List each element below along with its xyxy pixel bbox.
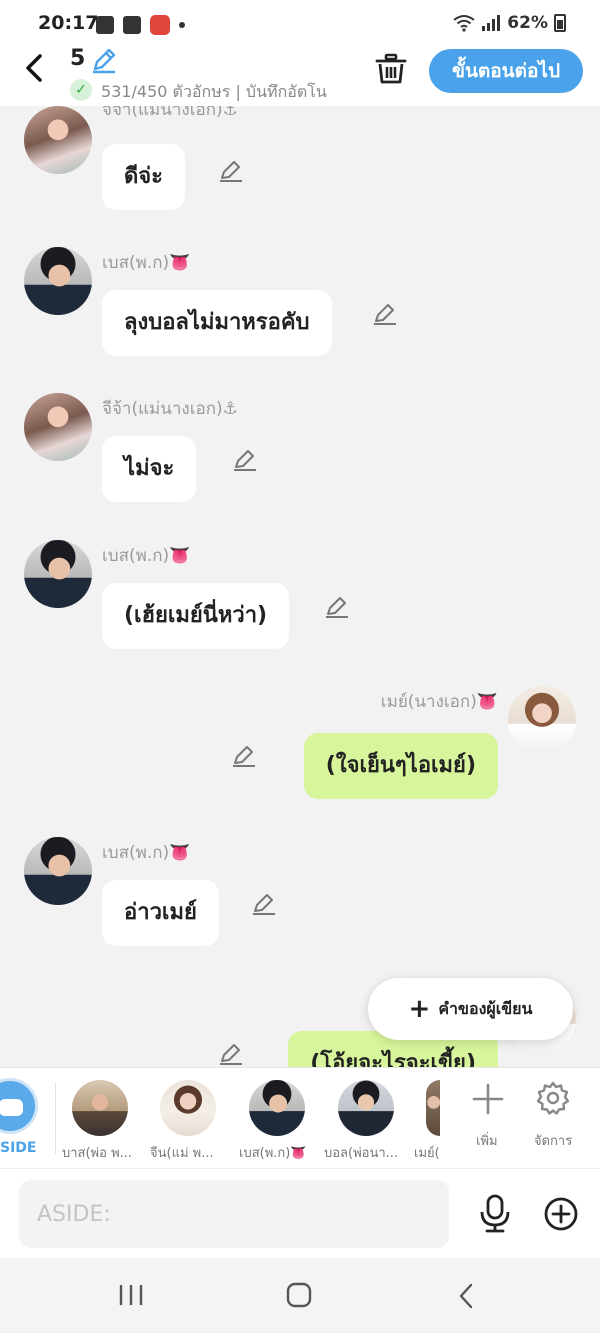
pencil-icon (220, 1044, 242, 1065)
add-media-button[interactable] (543, 1196, 579, 1232)
trash-icon (375, 53, 407, 84)
recent-apps-button[interactable] (118, 1284, 144, 1306)
sender-name: เบส(พ.ก)👅 (102, 253, 191, 273)
character-bas[interactable] (72, 1080, 128, 1136)
input-bar (0, 1168, 600, 1258)
author-note-label: คำของผู้เขียน (438, 998, 533, 1018)
sender-name: จีจ้า(แม่นางเอก)⚓ (102, 399, 238, 419)
pencil-icon (253, 894, 275, 915)
back-arrow-icon (459, 1283, 473, 1309)
edit-message-button[interactable] (218, 1041, 244, 1067)
plus-icon (472, 1083, 504, 1115)
gear-icon (536, 1081, 570, 1115)
status-bar: 20:17 62% (0, 0, 600, 46)
status-notification-icons (96, 15, 185, 35)
edit-message-button[interactable] (324, 594, 350, 620)
more-notifications-dot-icon (179, 22, 185, 28)
pencil-icon (326, 597, 348, 618)
signal-icon (482, 15, 501, 31)
chat-area[interactable]: จีจ้า(แม่นางเอก)⚓ ดีจ่ะ เบส(พ.ก)👅 ลุงบอล… (0, 106, 600, 1067)
manage-characters-button[interactable] (535, 1080, 571, 1116)
editor-header: 5 ✓ 531/450 ตัวอักษร | บันทึกอัตโน ขั้นต… (0, 46, 600, 106)
saved-check-icon: ✓ (70, 79, 92, 101)
back-button[interactable] (20, 50, 50, 90)
battery-icon (554, 14, 566, 32)
battery-percent: 62% (507, 13, 548, 33)
pencil-icon (220, 161, 242, 182)
pencil-icon (234, 450, 256, 471)
plus-circle-icon (544, 1197, 578, 1231)
system-nav-bar (0, 1258, 600, 1333)
message-bubble[interactable]: ไม่จะ (102, 436, 197, 502)
add-character-button[interactable] (471, 1082, 505, 1116)
status-time: 20:17 (38, 12, 99, 34)
message-input[interactable] (19, 1180, 449, 1248)
character-label: จีน(แม่ พ... (150, 1146, 214, 1161)
checkbox-icon (123, 16, 141, 34)
character-label: เบส(พ.ก)👅 (239, 1146, 307, 1161)
character-jean[interactable] (160, 1080, 216, 1136)
avatar-bes[interactable] (24, 540, 92, 608)
status-system-icons: 62% (453, 13, 566, 33)
character-label: เมย์( (414, 1146, 440, 1161)
character-counter: 531/450 ตัวอักษร | บันทึกอัตโน (101, 82, 327, 101)
aside-button[interactable] (0, 1078, 38, 1134)
avatar-may[interactable] (508, 686, 576, 754)
home-icon (286, 1282, 312, 1308)
pencil-icon (93, 48, 116, 74)
edit-message-button[interactable] (218, 158, 244, 184)
message-bubble[interactable]: อ่าวเมย์ (102, 880, 219, 946)
system-back-button[interactable] (456, 1282, 476, 1310)
sender-name: เมย์(นางเอก)👅 (380, 692, 498, 712)
edit-message-button[interactable] (232, 447, 258, 473)
edit-title-button[interactable] (90, 46, 118, 74)
delete-button[interactable] (374, 52, 408, 86)
aside-label: SIDE (0, 1140, 37, 1156)
add-label: เพิ่ม (476, 1134, 498, 1149)
app-notification-icon (150, 15, 170, 35)
speech-bubble-icon (0, 1099, 23, 1116)
episode-number: 5 (70, 46, 86, 71)
pencil-icon (233, 746, 255, 767)
message-bubble[interactable]: (ใจเย็นๆไอเมย์) (303, 733, 498, 799)
next-step-button[interactable]: ขั้นตอนต่อไป (429, 49, 583, 93)
edit-message-button[interactable] (251, 891, 277, 917)
recent-apps-icon (119, 1285, 143, 1305)
avatar-jija[interactable] (24, 393, 92, 461)
wifi-icon (453, 15, 475, 32)
microphone-icon (480, 1194, 510, 1233)
sender-name: เบส(พ.ก)👅 (102, 546, 191, 566)
divider (55, 1082, 56, 1154)
home-button[interactable] (286, 1282, 312, 1308)
sender-name: จีจ้า(แม่นางเอก)⚓ (102, 106, 238, 120)
message-bubble[interactable]: (เฮ้ยเมย์นี่หว่า) (102, 583, 290, 649)
message-bubble[interactable]: ดีจ่ะ (102, 144, 185, 210)
voice-input-button[interactable] (478, 1194, 512, 1234)
plus-icon: + (408, 994, 431, 1024)
avatar-bes[interactable] (24, 837, 92, 905)
character-bar: SIDE บาส(พ่อ พ... จีน(แม่ พ... เบส(พ.ก)👅… (0, 1067, 600, 1168)
message-bubble[interactable]: ลุงบอลไม่มาหรอคับ (102, 290, 332, 356)
character-may[interactable] (426, 1080, 440, 1136)
gallery-icon (96, 16, 114, 34)
avatar-bes[interactable] (24, 247, 92, 315)
edit-message-button[interactable] (231, 743, 257, 769)
sender-name: เบส(พ.ก)👅 (102, 843, 191, 863)
author-note-button[interactable]: + คำของผู้เขียน (368, 978, 573, 1040)
pencil-icon (374, 304, 396, 325)
edit-message-button[interactable] (372, 301, 398, 327)
chevron-left-icon (26, 54, 42, 82)
manage-label: จัดการ (534, 1134, 573, 1149)
character-bol[interactable] (338, 1080, 394, 1136)
character-bes[interactable] (249, 1080, 305, 1136)
character-label: บาส(พ่อ พ... (62, 1146, 133, 1161)
avatar-jija[interactable] (24, 106, 92, 174)
character-label: บอล(พ่อนา... (324, 1146, 399, 1161)
